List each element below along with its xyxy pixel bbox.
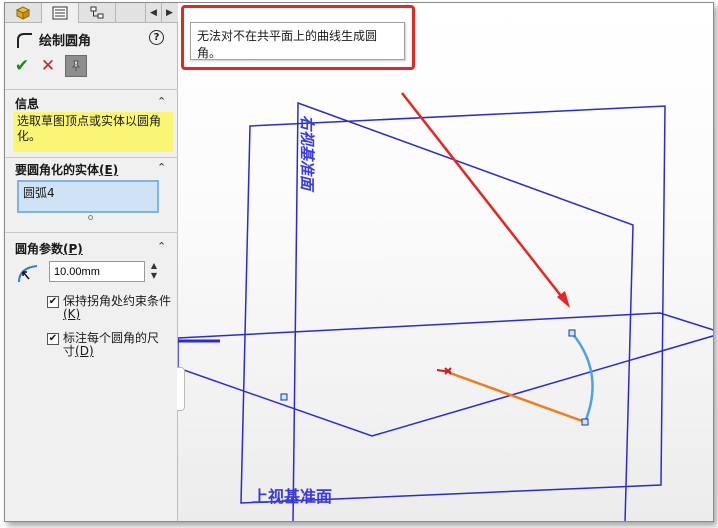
resize-handle[interactable] — [88, 215, 93, 220]
tab-configuration-manager[interactable] — [79, 3, 116, 23]
divider — [5, 232, 178, 233]
panel-splitter-handle[interactable] — [177, 367, 185, 411]
divider — [5, 89, 178, 90]
property-manager-icon — [52, 6, 68, 20]
collapse-entities-icon[interactable]: ⌃ — [157, 161, 166, 174]
property-manager-title: 绘制圆角 — [15, 30, 91, 49]
manager-tab-strip: ◀ ▶ — [5, 3, 178, 23]
configuration-manager-icon — [90, 6, 104, 19]
right-plane-label[interactable]: 右视基准面 — [298, 115, 316, 193]
help-icon[interactable]: ? — [149, 30, 164, 45]
property-manager-panel: ◀ ▶ 绘制圆角 ? ✔ ✕ 信息 ⌃ 选取草图顶点或实体以圆角化。 要圆角化的… — [5, 3, 178, 521]
ok-check-icon[interactable]: ✔ — [13, 56, 31, 76]
top-plane-label[interactable]: 上视基准面 — [252, 487, 332, 506]
front-plane-outline[interactable] — [292, 101, 634, 522]
graphics-viewport[interactable]: 右视基准面 上视基准面 — [178, 3, 714, 522]
tab-feature-manager[interactable] — [5, 3, 42, 23]
divider — [5, 157, 178, 158]
origin-point[interactable] — [280, 393, 288, 401]
radius-icon — [18, 265, 38, 283]
params-section-title: 圆角参数(P) — [15, 242, 83, 256]
collapse-params-icon[interactable]: ⌃ — [157, 240, 166, 253]
sketch-fillet-icon — [17, 32, 32, 48]
solidworks-window: ◀ ▶ 绘制圆角 ? ✔ ✕ 信息 ⌃ 选取草图顶点或实体以圆角化。 要圆角化的… — [4, 2, 714, 522]
entities-section-title: 要圆角化的实体(E) — [15, 163, 119, 177]
pin-icon[interactable] — [65, 55, 87, 77]
keep-corner-checkbox[interactable]: ✔ — [47, 296, 59, 308]
radius-spinner[interactable]: ▲ ▼ — [148, 261, 160, 282]
sketch-line[interactable] — [449, 371, 586, 424]
arc-endpoint[interactable] — [568, 329, 576, 337]
line-endpoint-marker[interactable] — [436, 367, 452, 375]
sketch-arc[interactable] — [571, 332, 594, 423]
tab-property-manager[interactable] — [42, 3, 79, 23]
error-tooltip: 无法对不在共平面上的曲线生成圆角。 — [190, 22, 405, 60]
top-plane-outline[interactable] — [178, 312, 714, 437]
tab-scroll-right-icon[interactable]: ▶ — [161, 3, 177, 23]
annotation-arrow — [401, 92, 566, 302]
cancel-x-icon[interactable]: ✕ — [39, 56, 57, 76]
info-message: 选取草图顶点或实体以圆角化。 — [13, 112, 173, 152]
property-manager-title-text: 绘制圆角 — [39, 34, 92, 49]
action-buttons: ✔ ✕ — [13, 55, 87, 77]
info-section-title: 信息 — [15, 97, 40, 111]
list-item[interactable]: 圆弧4 — [23, 184, 153, 201]
arc-endpoint[interactable] — [581, 418, 589, 426]
dimension-each-checkbox[interactable]: ✔ — [47, 333, 59, 345]
feature-manager-icon — [15, 6, 31, 20]
collapse-info-icon[interactable]: ⌃ — [157, 95, 166, 108]
radius-input[interactable] — [49, 261, 145, 282]
entities-selection-list[interactable]: 圆弧4 — [17, 180, 159, 213]
tab-scroll-left-icon[interactable]: ◀ — [145, 3, 161, 23]
keep-corner-option[interactable]: ✔ 保持拐角处约束条件(K) — [47, 295, 177, 321]
dimension-each-option[interactable]: ✔ 标注每个圆角的尺寸(D) — [47, 332, 165, 358]
model-view[interactable]: 右视基准面 上视基准面 — [178, 3, 714, 522]
